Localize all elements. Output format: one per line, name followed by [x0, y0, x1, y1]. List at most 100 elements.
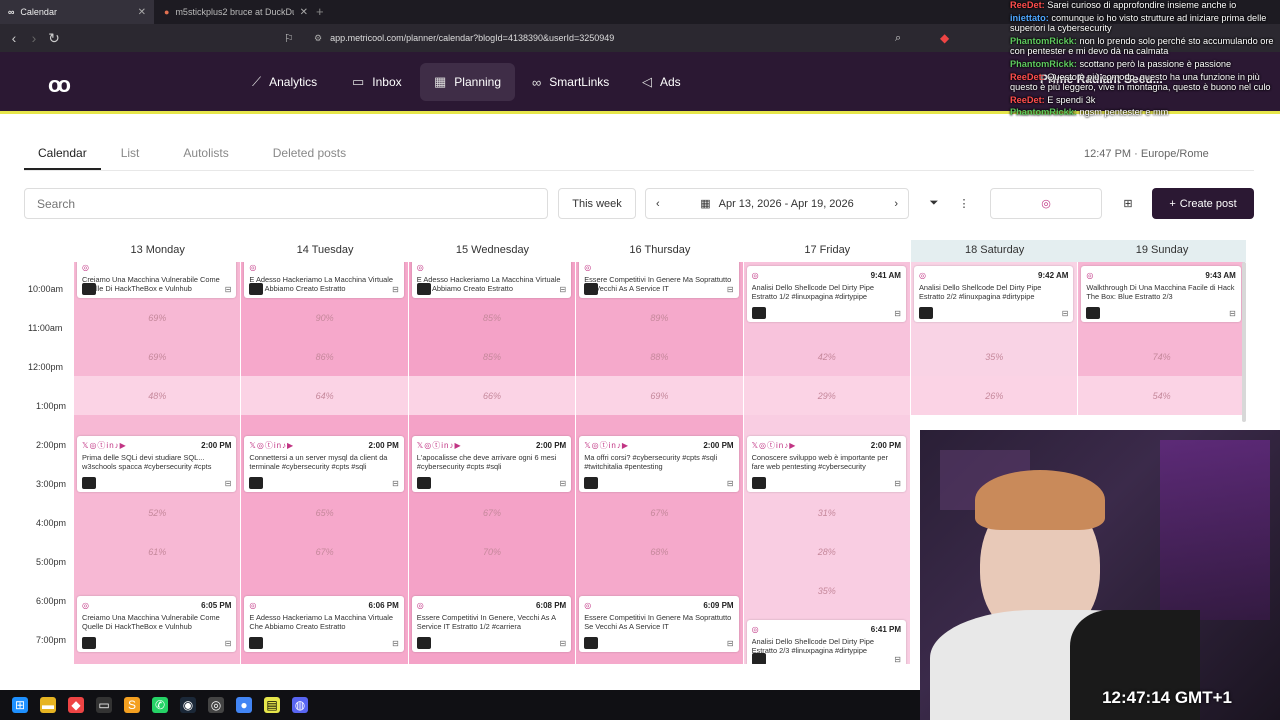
- time-slot[interactable]: 35%: [743, 571, 910, 610]
- time-slot[interactable]: 67%: [408, 493, 576, 532]
- chrome-icon[interactable]: ●: [236, 697, 252, 713]
- discord-icon[interactable]: ◍: [292, 697, 308, 713]
- post-actions-icon[interactable]: ⊟: [1229, 309, 1236, 318]
- post-actions-icon[interactable]: ⊟: [894, 309, 901, 318]
- brave-icon[interactable]: ◆: [68, 697, 84, 713]
- reload-icon[interactable]: ↻: [44, 30, 64, 47]
- time-slot[interactable]: 48%: [74, 376, 241, 415]
- nav-analytics[interactable]: ⟋ Analytics: [238, 63, 331, 101]
- chevron-right-icon[interactable]: ›: [894, 198, 898, 210]
- scheduled-post[interactable]: 𝕏◎ⓣin♪▶ 2:00 PM Connettersi a un server my…: [244, 436, 404, 492]
- day-header[interactable]: 18 Saturday: [910, 240, 1079, 262]
- time-slot[interactable]: 90%: [241, 298, 408, 337]
- more-icon[interactable]: ⋮: [952, 188, 976, 219]
- time-slot[interactable]: 65%: [241, 493, 408, 532]
- time-slot[interactable]: 69%: [74, 337, 241, 376]
- post-actions-icon[interactable]: ⊟: [727, 479, 734, 488]
- zoom-icon[interactable]: ⌕: [895, 32, 901, 45]
- time-slot[interactable]: 68%: [576, 532, 743, 571]
- time-slot[interactable]: 85%: [408, 298, 576, 337]
- date-range-picker[interactable]: ‹ ▦ Apr 13, 2026 - Apr 19, 2026 ›: [645, 188, 909, 219]
- date-range[interactable]: ▦ Apr 13, 2026 - Apr 19, 2026: [700, 197, 854, 211]
- post-actions-icon[interactable]: ⊟: [894, 655, 901, 664]
- this-week-button[interactable]: This week: [558, 188, 636, 219]
- time-slot[interactable]: 64%: [241, 376, 408, 415]
- day-header[interactable]: 13 Monday: [74, 240, 241, 262]
- time-slot[interactable]: 69%: [74, 298, 241, 337]
- post-actions-icon[interactable]: ⊟: [392, 639, 399, 648]
- brave-shield-icon[interactable]: ◆: [940, 31, 949, 45]
- post-actions-icon[interactable]: ⊟: [225, 479, 232, 488]
- post-actions-icon[interactable]: ⊟: [1062, 309, 1069, 318]
- time-slot[interactable]: 70%: [408, 532, 576, 571]
- scheduled-post[interactable]: 𝕏◎ⓣin♪▶ 2:00 PM L'apocalisse che deve arri…: [411, 436, 572, 492]
- nav-ads[interactable]: ◁ Ads: [628, 63, 695, 101]
- post-actions-icon[interactable]: ⊟: [392, 479, 399, 488]
- metricool-logo[interactable]: oo: [48, 72, 71, 98]
- tab-list[interactable]: List: [107, 138, 154, 170]
- scheduled-post[interactable]: ◎ Essere Competitivi In Genere Ma Sopratt…: [579, 262, 739, 298]
- terminal-icon[interactable]: ▭: [96, 697, 112, 713]
- day-header[interactable]: 19 Sunday: [1078, 240, 1246, 262]
- time-slot[interactable]: 89%: [576, 298, 743, 337]
- filter-icon[interactable]: ⏷: [920, 188, 948, 219]
- time-slot[interactable]: 35%: [911, 337, 1078, 376]
- nav-planning[interactable]: ▦ Planning: [420, 63, 516, 101]
- time-slot[interactable]: 61%: [74, 532, 241, 571]
- time-slot[interactable]: 74%: [1078, 337, 1245, 376]
- tab-autolists[interactable]: Autolists: [169, 138, 242, 170]
- chevron-left-icon[interactable]: ‹: [656, 198, 660, 210]
- post-actions-icon[interactable]: ⊟: [727, 639, 734, 648]
- scheduled-post[interactable]: ◎ 9:43 AM Walkthrough Di Una Macchina Faci…: [1081, 266, 1241, 322]
- post-actions-icon[interactable]: ⊟: [894, 479, 901, 488]
- scheduled-post[interactable]: ◎ E Adesso Hackeriamo La Macchina Virtual…: [411, 262, 572, 298]
- post-actions-icon[interactable]: ⊟: [559, 285, 566, 294]
- post-actions-icon[interactable]: ⊟: [559, 639, 566, 648]
- browser-tab-calendar[interactable]: ∞ Calendar ✕: [0, 0, 154, 24]
- scheduled-post[interactable]: ◎ 6:05 PM Creiamo Una Macchina Vulnerabile…: [77, 596, 237, 652]
- tab-calendar[interactable]: Calendar: [24, 138, 101, 170]
- nav-inbox[interactable]: ▭ Inbox: [338, 63, 416, 101]
- new-tab-icon[interactable]: +: [316, 4, 324, 19]
- time-slot[interactable]: 54%: [1078, 376, 1245, 415]
- scheduled-post[interactable]: ◎ 6:41 PM Analisi Dello Shellcode Del Dirt…: [746, 620, 906, 664]
- browser-tab-duckduckgo[interactable]: ● m5stickplus2 bruce at DuckDuckGo ✕: [156, 0, 316, 24]
- time-slot[interactable]: 52%: [74, 493, 241, 532]
- post-actions-icon[interactable]: ⊟: [727, 285, 734, 294]
- day-header[interactable]: 14 Tuesday: [241, 240, 408, 262]
- steam-icon[interactable]: ◉: [180, 697, 196, 713]
- time-slot[interactable]: 69%: [576, 376, 743, 415]
- close-icon[interactable]: ✕: [300, 7, 308, 18]
- bookmark-icon[interactable]: ⚐: [284, 32, 294, 45]
- whatsapp-icon[interactable]: ✆: [152, 697, 168, 713]
- close-icon[interactable]: ✕: [138, 7, 146, 18]
- scheduled-post[interactable]: 𝕏◎ⓣin♪▶ 2:00 PM Ma offri corsi? #cybersecu…: [579, 436, 739, 492]
- day-header[interactable]: 16 Thursday: [576, 240, 743, 262]
- scheduled-post[interactable]: ◎ 9:42 AM Analisi Dello Shellcode Del Dirt…: [914, 266, 1074, 322]
- post-actions-icon[interactable]: ⊟: [559, 479, 566, 488]
- time-slot[interactable]: 26%: [911, 376, 1078, 415]
- search-input[interactable]: [24, 188, 548, 219]
- post-actions-icon[interactable]: ⊟: [225, 285, 232, 294]
- day-header[interactable]: 17 Friday: [744, 240, 911, 262]
- time-slot[interactable]: 67%: [241, 532, 408, 571]
- notes-icon[interactable]: ▤: [264, 697, 280, 713]
- time-slot[interactable]: 28%: [743, 532, 910, 571]
- forward-icon[interactable]: ›: [24, 30, 44, 46]
- scheduled-post[interactable]: ◎ E Adesso Hackeriamo La Macchina Virtual…: [244, 262, 404, 298]
- time-slot[interactable]: 66%: [408, 376, 576, 415]
- scheduled-post[interactable]: ◎ Creiamo Una Macchina Vulnerabile Come Q…: [77, 262, 237, 298]
- windows-start-icon[interactable]: ⊞: [12, 697, 28, 713]
- time-slot[interactable]: 85%: [408, 337, 576, 376]
- scheduled-post[interactable]: 𝕏◎ⓣin♪▶ 2:00 PM Prima delle SQLi devi stud…: [77, 436, 237, 492]
- scheduled-post[interactable]: ◎ 6:06 PM E Adesso Hackeriamo La Macchina …: [244, 596, 404, 652]
- scheduled-post[interactable]: ◎ 9:41 AM Analisi Dello Shellcode Del Dirt…: [746, 266, 906, 322]
- scheduled-post[interactable]: ◎ 6:09 PM Essere Competitivi In Genere Ma …: [579, 596, 739, 652]
- post-actions-icon[interactable]: ⊟: [392, 285, 399, 294]
- day-header[interactable]: 15 Wednesday: [409, 240, 576, 262]
- back-icon[interactable]: ‹: [4, 30, 24, 46]
- scheduled-post[interactable]: 𝕏◎ⓣin♪▶ 2:00 PM Conoscere sviluppo web è i…: [746, 436, 906, 492]
- file-explorer-icon[interactable]: ▬: [40, 697, 56, 713]
- nav-smartlinks[interactable]: ∞ SmartLinks: [518, 63, 623, 101]
- time-slot[interactable]: 88%: [576, 337, 743, 376]
